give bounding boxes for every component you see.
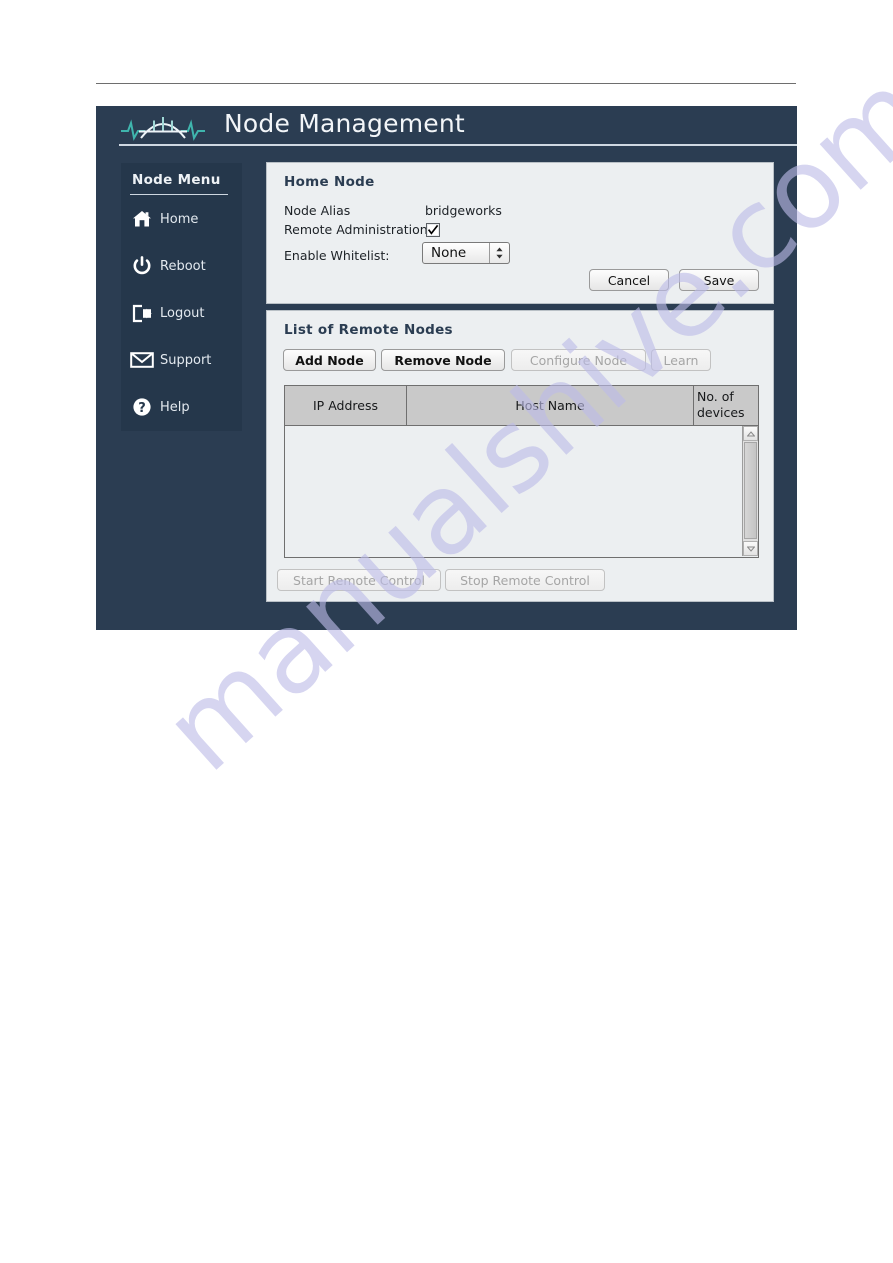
remote-nodes-panel: List of Remote Nodes Add Node Remove Nod… (266, 310, 774, 602)
logout-icon (130, 301, 154, 325)
remote-administration-label: Remote Administration (284, 222, 428, 237)
node-table-body (284, 426, 759, 558)
home-icon (130, 207, 154, 231)
power-icon (130, 254, 154, 278)
bridge-waveform-logo-icon (119, 111, 207, 143)
sidebar-item-label: Home (160, 211, 199, 227)
app-header: Node Management (96, 106, 797, 145)
sidebar-item-help[interactable]: ? Help (130, 392, 240, 422)
app-window: Node Management Node Menu Home Reboot Lo… (96, 106, 797, 630)
cancel-button[interactable]: Cancel (589, 269, 669, 291)
column-header-host-name[interactable]: Host Name (407, 386, 694, 425)
configure-node-button: Configure Node (511, 349, 646, 371)
learn-button: Learn (651, 349, 711, 371)
column-header-ip-address[interactable]: IP Address (285, 386, 407, 425)
sidebar-item-logout[interactable]: Logout (130, 298, 240, 328)
chevron-updown-icon (489, 243, 509, 263)
remote-nodes-title: List of Remote Nodes (284, 322, 453, 338)
sidebar-item-label: Support (160, 352, 212, 368)
scroll-down-arrow-icon[interactable] (743, 541, 758, 556)
save-button[interactable]: Save (679, 269, 759, 291)
sidebar-item-reboot[interactable]: Reboot (130, 251, 240, 281)
page-header-rule (96, 83, 796, 84)
node-alias-label: Node Alias (284, 203, 351, 218)
enable-whitelist-select[interactable]: None (422, 242, 510, 264)
add-node-button[interactable]: Add Node (283, 349, 376, 371)
scroll-up-arrow-icon[interactable] (743, 426, 758, 441)
node-alias-value: bridgeworks (425, 203, 502, 218)
sidebar-item-home[interactable]: Home (130, 204, 240, 234)
sidebar: Node Menu Home Reboot Logout Support ? H… (121, 163, 242, 431)
remove-node-button[interactable]: Remove Node (381, 349, 505, 371)
remote-administration-checkbox[interactable] (426, 223, 440, 237)
page-title: Node Management (224, 109, 465, 138)
sidebar-item-label: Reboot (160, 258, 206, 274)
svg-text:?: ? (138, 401, 146, 416)
sidebar-heading: Node Menu (132, 172, 221, 188)
node-table-header-row: IP Address Host Name No. of devices (284, 385, 759, 426)
envelope-icon (130, 348, 154, 372)
column-header-no-of-devices[interactable]: No. of devices (694, 386, 758, 425)
stop-remote-control-button: Stop Remote Control (445, 569, 605, 591)
node-table-scrollbar[interactable] (742, 426, 758, 556)
home-node-panel: Home Node Node Alias bridgeworks Remote … (266, 162, 774, 304)
scrollbar-thumb[interactable] (744, 442, 757, 539)
sidebar-item-support[interactable]: Support (130, 345, 240, 375)
enable-whitelist-label: Enable Whitelist: (284, 248, 390, 263)
sidebar-heading-rule (130, 194, 228, 195)
header-underline (119, 144, 797, 146)
sidebar-item-label: Logout (160, 305, 205, 321)
sidebar-item-label: Help (160, 399, 190, 415)
home-node-title: Home Node (284, 174, 375, 190)
start-remote-control-button: Start Remote Control (277, 569, 441, 591)
question-circle-icon: ? (130, 395, 154, 419)
enable-whitelist-value: None (431, 245, 467, 261)
